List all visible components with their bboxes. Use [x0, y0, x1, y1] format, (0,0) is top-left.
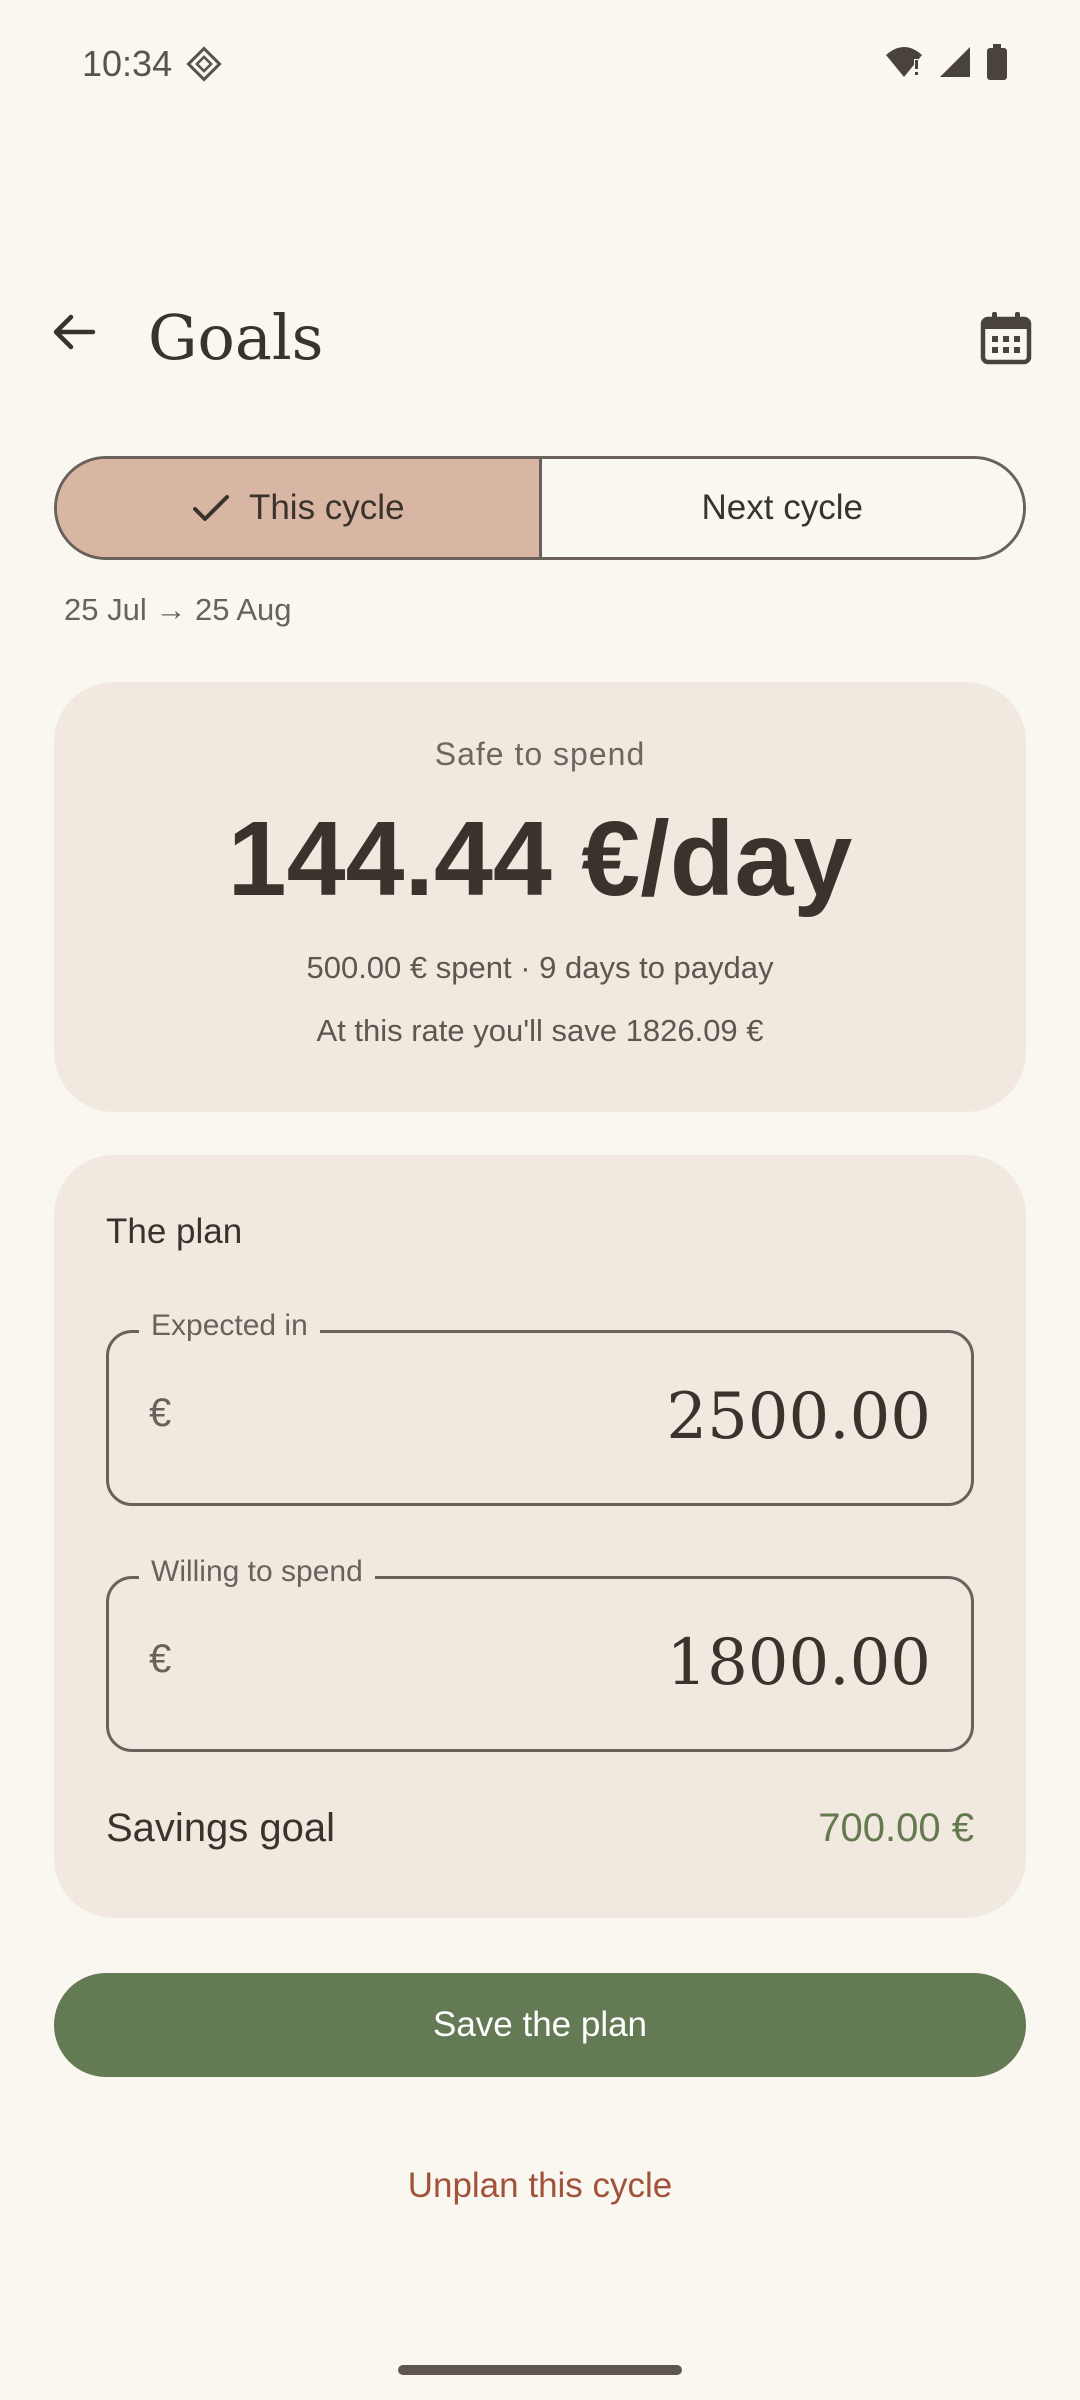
safe-to-spend-value: 144.44 €/day [227, 800, 853, 918]
page-title: Goals [148, 301, 324, 374]
check-icon [192, 495, 229, 521]
status-icons [884, 44, 1008, 85]
currency-prefix: € [149, 1637, 172, 1681]
expected-in-value: 2500.00 [666, 1380, 931, 1454]
wifi-icon [884, 45, 924, 84]
calendar-button[interactable] [978, 310, 1034, 366]
signal-icon [938, 45, 972, 84]
next-cycle-segment[interactable]: Next cycle [541, 459, 1023, 557]
back-button[interactable] [44, 302, 104, 362]
arrow-back-icon [53, 314, 96, 350]
cycle-toggle: This cycle Next cycle [54, 456, 1026, 560]
battery-icon [986, 44, 1008, 85]
willing-to-spend-label: Willing to spend [139, 1555, 375, 1589]
expected-in-label: Expected in [139, 1309, 320, 1343]
status-time: 10:34 [82, 43, 173, 84]
currency-prefix: € [149, 1391, 172, 1435]
notification-icon [186, 46, 222, 82]
save-plan-button[interactable]: Save the plan [54, 1973, 1026, 2077]
spent-summary: 500.00 € spent · 9 days to payday [306, 950, 774, 985]
this-cycle-label: This cycle [248, 488, 405, 527]
savings-goal-value: 700.00 € [818, 1806, 974, 1850]
cycle-date-range: 25 Jul → 25 Aug [64, 592, 292, 627]
this-cycle-segment[interactable]: This cycle [57, 459, 542, 557]
expected-in-field[interactable]: Expected in € 2500.00 [106, 1309, 974, 1506]
calendar-icon [980, 312, 1032, 365]
home-indicator[interactable] [398, 2365, 682, 2375]
unplan-cycle-button[interactable]: Unplan this cycle [0, 2166, 1080, 2206]
willing-to-spend-field[interactable]: Willing to spend € 1800.00 [106, 1555, 974, 1752]
safe-to-spend-label: Safe to spend [434, 736, 646, 772]
plan-title: The plan [106, 1212, 243, 1251]
next-cycle-label: Next cycle [701, 488, 863, 527]
projected-savings: At this rate you'll save 1826.09 € [316, 1013, 764, 1048]
savings-goal-label: Savings goal [106, 1806, 336, 1850]
willing-to-spend-value: 1800.00 [666, 1626, 931, 1700]
plan-card [54, 1155, 1026, 1918]
